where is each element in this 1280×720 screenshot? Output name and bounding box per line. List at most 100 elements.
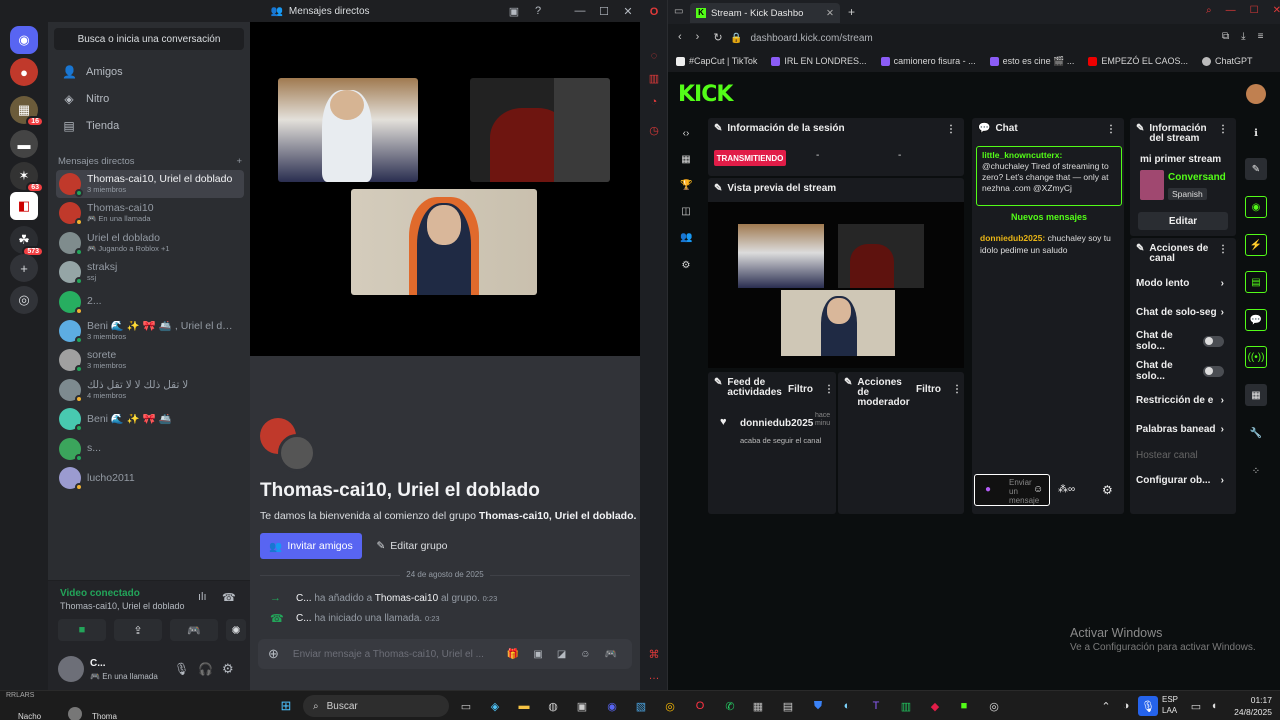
- emoji-icon[interactable]: ☺: [580, 649, 590, 660]
- snapshot-icon[interactable]: ⧉: [1222, 31, 1229, 42]
- mic-icon[interactable]: ●: [985, 484, 991, 495]
- mic-icon[interactable]: 🎙: [174, 662, 189, 676]
- sub-only-toggle[interactable]: Chat de solo...: [1130, 328, 1230, 354]
- maximize-button[interactable]: ☐: [592, 3, 616, 19]
- noise-icon[interactable]: ılı: [198, 591, 207, 603]
- start-icon[interactable]: ⊞: [278, 698, 294, 714]
- copilot-icon[interactable]: ◈: [487, 698, 503, 714]
- help-icon[interactable]: ?: [526, 3, 550, 19]
- discord-icon[interactable]: ◉: [604, 698, 620, 714]
- shopping-icon[interactable]: ▥: [647, 72, 661, 86]
- photos-icon[interactable]: ▧: [633, 698, 649, 714]
- trophy-icon[interactable]: 🏆: [680, 180, 692, 192]
- epic-icon[interactable]: ▣: [574, 698, 590, 714]
- bookmark[interactable]: ChatGPT: [1202, 56, 1253, 66]
- host-channel-button[interactable]: Hostear canal: [1130, 442, 1230, 468]
- sheets-icon[interactable]: ▥: [898, 698, 914, 714]
- toggle-switch[interactable]: [1202, 365, 1224, 377]
- messenger-icon[interactable]: ◔: [647, 96, 661, 110]
- more-options-icon[interactable]: ⋮: [1106, 124, 1116, 135]
- new-messages-divider[interactable]: Nuevos mensajes: [976, 212, 1122, 222]
- video-tile[interactable]: [278, 78, 418, 182]
- more-icon[interactable]: ⁘: [1245, 460, 1267, 482]
- more-options-icon[interactable]: ⋮: [952, 384, 962, 395]
- dm-item[interactable]: Beni 🌊 ✨ 🎀 🚢 , Uriel el dobl... 3 miembro…: [56, 317, 244, 345]
- guild-avatar[interactable]: ◧: [10, 192, 38, 220]
- reload-icon[interactable]: ↻: [713, 31, 722, 44]
- steam-icon[interactable]: ◍: [545, 698, 561, 714]
- explorer-icon[interactable]: ▬: [516, 698, 532, 714]
- configure-obs-button[interactable]: Configurar ob... ›: [1130, 467, 1230, 493]
- minimize-button[interactable]: —: [1226, 5, 1236, 16]
- kick-app-icon[interactable]: ■: [956, 698, 972, 714]
- tab-kick[interactable]: K Stream - Kick Dashbo ✕: [690, 3, 840, 23]
- toggle-switch[interactable]: [1202, 335, 1224, 347]
- video-tile[interactable]: [351, 189, 537, 295]
- community-icon[interactable]: 👥: [680, 232, 692, 244]
- disconnect-icon[interactable]: ☎: [222, 591, 236, 604]
- menu-icon[interactable]: ≡: [1258, 31, 1264, 42]
- soundboard-button[interactable]: ✺: [226, 619, 246, 641]
- whatsapp-icon[interactable]: ✆: [722, 698, 738, 714]
- dashboard-icon[interactable]: ▦: [680, 154, 692, 166]
- close-button[interactable]: ✕: [616, 3, 640, 19]
- calculator-icon[interactable]: ▦: [750, 698, 766, 714]
- nav-store[interactable]: ▤ Tienda: [56, 114, 242, 138]
- back-icon[interactable]: ‹: [678, 31, 682, 44]
- profile-avatar[interactable]: [1246, 84, 1266, 104]
- kick-logo[interactable]: KICK: [678, 82, 733, 107]
- dm-item[interactable]: straksj ssj: [56, 258, 244, 286]
- nav-friends[interactable]: 👤 Amigos: [56, 60, 242, 84]
- invite-friends-button[interactable]: 👥 Invitar amigos: [260, 533, 362, 559]
- more-options-icon[interactable]: ⋮: [1218, 124, 1228, 135]
- edit-stream-button[interactable]: Editar: [1138, 212, 1228, 230]
- message-input[interactable]: ⊕ Enviar mensaje a Thomas-cai10, Uriel e…: [258, 639, 632, 669]
- clipboard-icon[interactable]: ▤: [1245, 271, 1267, 293]
- taskbar-search[interactable]: ⌕ Buscar: [303, 695, 449, 717]
- activity-button[interactable]: 🎮: [170, 619, 218, 641]
- add-server-icon[interactable]: +: [10, 254, 38, 282]
- screenshare-button[interactable]: ⇪: [114, 619, 162, 641]
- camera-button[interactable]: ■: [58, 619, 106, 641]
- layout-icon[interactable]: ▦: [1245, 384, 1267, 406]
- opera-icon[interactable]: O: [692, 698, 708, 714]
- history-icon[interactable]: ◷: [647, 124, 661, 138]
- explore-icon[interactable]: ◎: [10, 286, 38, 314]
- app-icon[interactable]: ◆: [927, 698, 943, 714]
- maximize-button[interactable]: ☐: [1250, 5, 1259, 16]
- close-tab-icon[interactable]: ✕: [826, 8, 834, 19]
- network-icon[interactable]: ▭: [1188, 698, 1204, 714]
- voice-channel[interactable]: Thomas-cai10, Uriel el doblado: [60, 601, 185, 611]
- minimize-button[interactable]: —: [568, 3, 592, 19]
- user-avatar[interactable]: [58, 656, 84, 682]
- dm-item[interactable]: Thomas-cai10, Uriel el doblado 3 miembros: [56, 170, 244, 198]
- chrome-icon[interactable]: ◎: [662, 698, 678, 714]
- edge-icon[interactable]: ◐: [839, 698, 855, 714]
- download-icon[interactable]: ⤓: [1241, 31, 1245, 42]
- dm-item[interactable]: Beni 🌊 ✨ 🎀 🚢: [56, 405, 244, 433]
- account-restriction-button[interactable]: Restricción de e ›: [1130, 387, 1230, 413]
- sidebar-settings-icon[interactable]: ⌘: [647, 648, 661, 662]
- more-options-icon[interactable]: ⋮: [824, 384, 834, 395]
- plus-icon[interactable]: ⊕: [268, 646, 279, 662]
- chat-settings-icon[interactable]: ⚙: [1102, 483, 1113, 497]
- bookmark[interactable]: camionero fisura - ...: [880, 56, 976, 66]
- dm-item[interactable]: lucho2011: [56, 464, 244, 492]
- nav-nitro[interactable]: ◈ Nitro: [56, 87, 242, 111]
- more-options-icon[interactable]: ⋮: [946, 124, 956, 135]
- dm-item[interactable]: Uriel el doblado 🎮 Jugando a Roblox +1: [56, 229, 244, 257]
- tray-overflow-icon[interactable]: ⌃: [1098, 698, 1114, 714]
- sticker-icon[interactable]: ◪: [557, 649, 566, 660]
- search-conversation-button[interactable]: Busca o inicia una conversación: [54, 28, 244, 50]
- bookmark[interactable]: #CapCut | TikTok: [676, 56, 757, 66]
- settings-icon[interactable]: ⚙: [680, 260, 692, 272]
- chat-input[interactable]: ● Enviar un mensaje ☺: [974, 474, 1050, 506]
- pencil-icon[interactable]: ✎: [1245, 158, 1267, 180]
- language-indicator[interactable]: ESP LAA: [1162, 694, 1178, 716]
- github-icon[interactable]: ◎: [986, 698, 1002, 714]
- address-bar[interactable]: 🔒 dashboard.kick.com/stream: [730, 28, 1250, 48]
- category-name[interactable]: Conversand: [1168, 172, 1226, 183]
- mic-tray-icon[interactable]: 🎙: [1138, 696, 1158, 716]
- more-icon[interactable]: …: [647, 670, 661, 684]
- dm-item[interactable]: sorete 3 miembros: [56, 346, 244, 374]
